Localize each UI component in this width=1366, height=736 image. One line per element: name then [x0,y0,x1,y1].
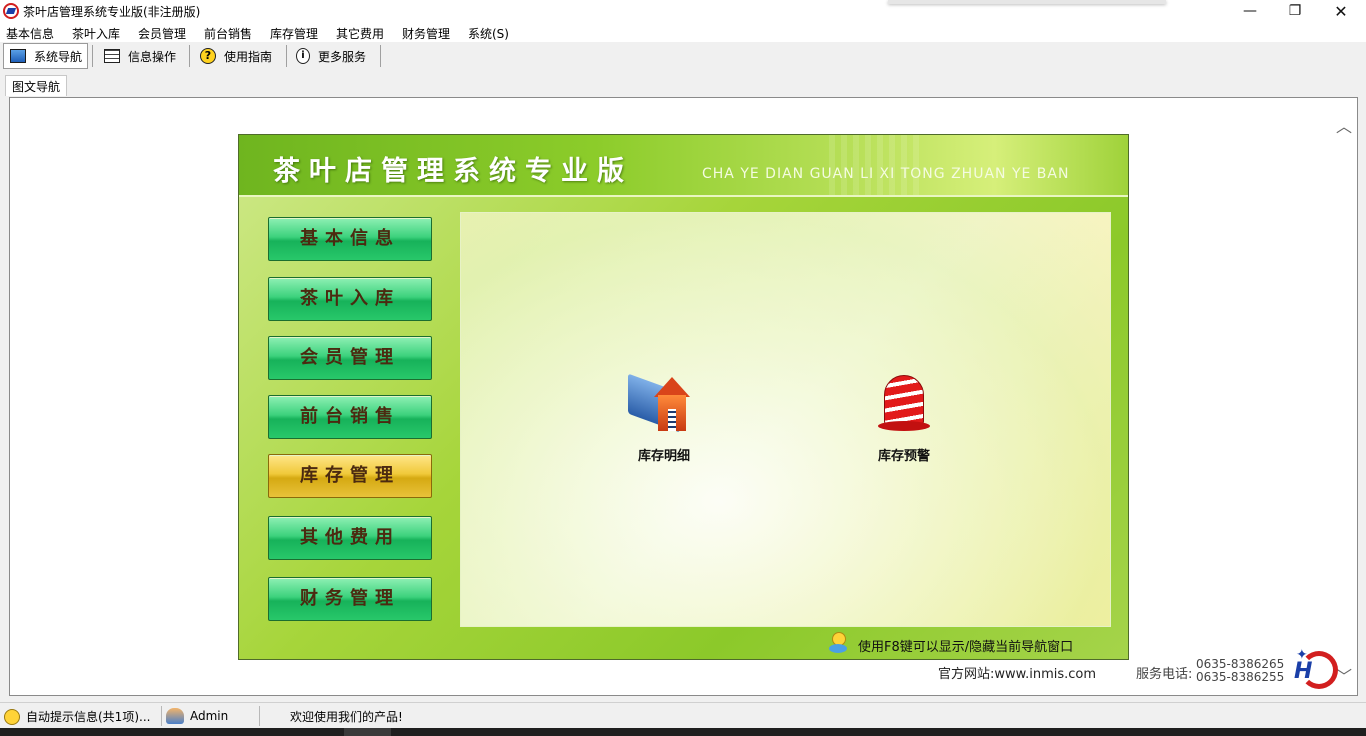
minimize-button[interactable]: — [1227,0,1273,23]
toolbar-system-nav-button[interactable]: 系统导航 [3,43,88,69]
toolbar-label: 信息操作 [128,49,177,64]
current-user-status: Admin [166,708,228,724]
tips-icon [4,708,20,725]
menu-member-management[interactable]: 会员管理 [138,25,186,42]
title-bar: 茶叶店管理系统专业版(非注册版) — ❐ ✕ [0,0,1366,23]
menu-basic-info[interactable]: 基本信息 [6,25,54,42]
inventory-detail-item[interactable]: 库存明细 [604,369,724,464]
tips-text: 自动提示信息(共1项)... [26,710,151,724]
maximize-button[interactable]: ❐ [1272,0,1318,23]
welcome-text: 欢迎使用我们的产品! [290,710,403,724]
help-icon: ? [200,48,216,64]
official-website-link[interactable]: 官方网站:www.inmis.com [938,663,1096,682]
welcome-status: 欢迎使用我们的产品! [290,708,403,725]
user-name: Admin [190,709,229,723]
toolbar-label: 更多服务 [318,49,367,64]
nav-inventory-management-button[interactable]: 库存管理 [268,454,432,498]
tab-strip: 图文导航 [0,70,1366,96]
menu-bar: 基本信息 茶叶入库 会员管理 前台销售 库存管理 其它费用 财务管理 系统(S) [0,23,1366,42]
menu-tea-stock-in[interactable]: 茶叶入库 [72,25,120,42]
menu-system[interactable]: 系统(S) [468,25,509,42]
menu-other-expenses[interactable]: 其它费用 [336,25,384,42]
nav-tea-stock-in-button[interactable]: 茶叶入库 [268,277,432,321]
f8-toggle-hint: 使用F8键可以显示/隐藏当前导航窗口 [858,640,1074,655]
toolbar-divider [286,45,287,67]
nav-front-sales-button[interactable]: 前台销售 [268,395,432,439]
nav-other-expenses-button[interactable]: 其他费用 [268,516,432,560]
status-divider [259,706,260,726]
toolbar-info-operation-button[interactable]: 信息操作 [98,43,184,69]
scroll-up-chevron-icon[interactable]: ︿ [1336,113,1352,137]
auto-tips-status[interactable]: 自动提示信息(共1项)... [4,708,150,725]
menu-finance-management[interactable]: 财务管理 [402,25,450,42]
window-title: 茶叶店管理系统专业版(非注册版) [23,5,201,19]
status-divider [161,706,162,726]
alarm-bell-icon [864,369,944,439]
nav-header: 茶叶店管理系统专业版 CHA YE DIAN GUAN LI XI TONG Z… [239,135,1128,197]
nav-subtitle: CHA YE DIAN GUAN LI XI TONG ZHUAN YE BAN [702,166,1070,182]
scroll-down-chevron-icon[interactable]: ﹀ [1336,663,1352,687]
user-icon [166,708,184,724]
close-button[interactable]: ✕ [1318,0,1364,23]
brand-logo: ✦ H [1294,647,1338,693]
toolbar: 系统导航 信息操作 ? 使用指南 i 更多服务 [0,42,1366,70]
grid-icon [104,49,120,63]
status-bar: 自动提示信息(共1项)... Admin 欢迎使用我们的产品! [0,702,1366,728]
toolbar-more-services-button[interactable]: i 更多服务 [290,43,378,69]
nav-finance-management-button[interactable]: 财务管理 [268,577,432,621]
menu-front-sales[interactable]: 前台销售 [204,25,252,42]
service-phone-1: 0635-8386265 [1196,657,1285,671]
toolbar-user-guide-button[interactable]: ? 使用指南 [194,43,282,69]
toolbar-divider [380,45,381,67]
overlay-window-edge [888,0,1166,4]
nav-title: 茶叶店管理系统专业版 [273,156,633,187]
inventory-alert-label: 库存预警 [877,449,930,464]
menu-inventory-management[interactable]: 库存管理 [270,25,318,42]
monitor-icon [10,49,26,63]
toolbar-divider [189,45,190,67]
taskbar-edge [0,728,1366,736]
toolbar-divider [92,45,93,67]
nav-member-management-button[interactable]: 会员管理 [268,336,432,380]
service-phone-label: 服务电话: [1136,667,1193,682]
inventory-detail-label: 库存明细 [637,449,690,464]
service-phone-2: 0635-8386255 [1196,670,1285,684]
hint-user-icon [829,632,847,654]
navigation-panel: 茶叶店管理系统专业版 CHA YE DIAN GUAN LI XI TONG Z… [238,134,1129,660]
house-book-icon [624,369,704,439]
tab-picture-navigation[interactable]: 图文导航 [5,75,68,96]
app-logo-icon [3,3,19,19]
toolbar-label: 系统导航 [34,49,83,64]
info-icon: i [296,48,310,64]
toolbar-label: 使用指南 [224,49,273,64]
function-board: 库存明细 库存预警 [460,212,1111,627]
inventory-alert-item[interactable]: 库存预警 [844,369,964,464]
nav-basic-info-button[interactable]: 基本信息 [268,217,432,261]
